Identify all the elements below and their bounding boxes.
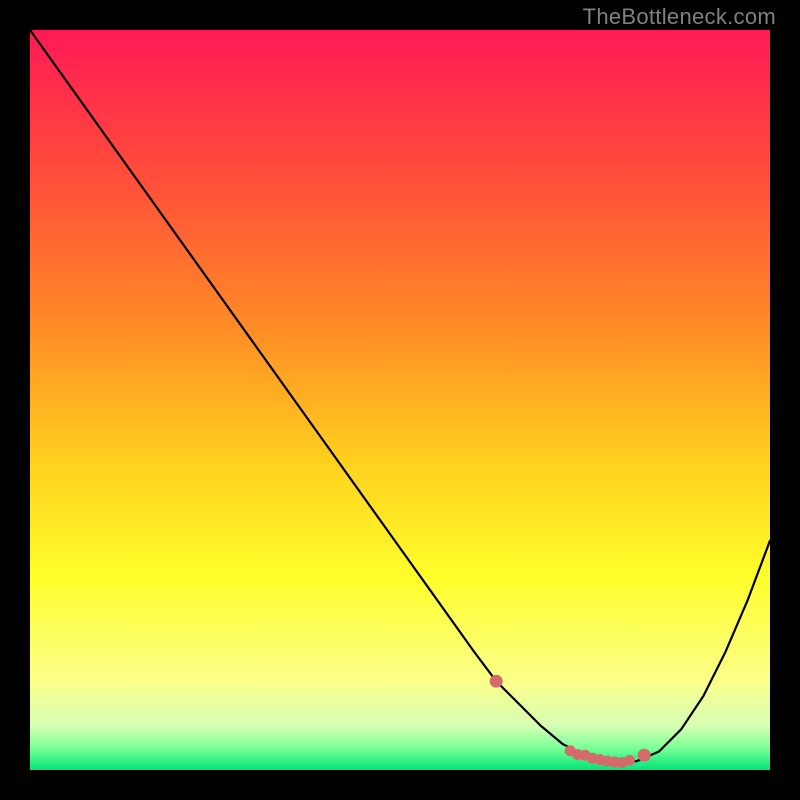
data-marker	[638, 749, 651, 762]
data-marker	[490, 675, 503, 688]
gradient-background	[30, 30, 770, 770]
bottleneck-chart	[30, 30, 770, 770]
watermark-text: TheBottleneck.com	[583, 4, 776, 30]
chart-container: TheBottleneck.com	[0, 0, 800, 800]
data-marker	[624, 755, 635, 766]
